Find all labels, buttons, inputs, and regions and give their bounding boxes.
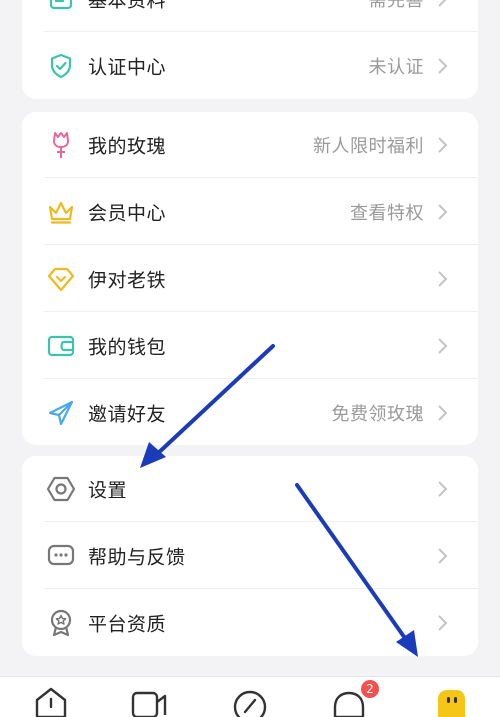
row-my-roses[interactable]: 我的玫瑰 新人限时福利	[22, 112, 478, 178]
paper-plane-icon	[46, 398, 76, 428]
row-basic-info[interactable]: 基本资料 需完善	[22, 0, 478, 32]
chat-bubble-dots-icon	[46, 541, 76, 571]
video-camera-icon[interactable]	[131, 685, 167, 717]
row-label: 平台资质	[88, 613, 167, 636]
divider	[44, 244, 478, 245]
row-value: 未认证	[368, 57, 424, 78]
chevron-right-icon	[438, 58, 448, 74]
row-label: 认证中心	[88, 56, 167, 79]
row-yidui-buddies[interactable]: 伊对老铁	[22, 246, 478, 312]
shield-check-icon	[46, 51, 76, 81]
rose-icon	[46, 130, 76, 160]
chevron-right-icon	[438, 271, 448, 287]
row-settings[interactable]: 设置	[22, 456, 478, 522]
divider	[44, 521, 478, 522]
row-platform-qualification[interactable]: 平台资质	[22, 590, 478, 656]
chevron-right-icon	[438, 137, 448, 153]
crown-icon	[46, 197, 76, 227]
row-invite-friends[interactable]: 邀请好友 免费领玫瑰	[22, 380, 478, 445]
message-count-badge: 2	[361, 680, 379, 698]
compass-icon[interactable]	[232, 685, 268, 717]
features-card: 我的玫瑰 新人限时福利 会员中心 查看特权 伊对老铁 我的钱包 邀请好友 免费领…	[22, 112, 478, 445]
row-label: 会员中心	[88, 202, 167, 225]
me-avatar-icon[interactable]	[432, 685, 468, 717]
row-label: 我的玫瑰	[88, 135, 167, 158]
home-icon[interactable]	[33, 685, 69, 717]
row-label: 我的钱包	[88, 336, 167, 359]
settings-hexagon-icon	[46, 474, 76, 504]
chevron-right-icon	[438, 204, 448, 220]
row-value: 免费领玫瑰	[331, 404, 424, 425]
row-my-wallet[interactable]: 我的钱包	[22, 313, 478, 379]
account-card: 基本资料 需完善 认证中心 未认证	[22, 0, 478, 99]
chevron-right-icon	[438, 548, 448, 564]
divider	[44, 378, 478, 379]
divider	[44, 177, 478, 178]
settings-card: 设置 帮助与反馈 平台资质	[22, 456, 478, 656]
divider	[44, 588, 478, 589]
chevron-right-icon	[438, 0, 447, 7]
row-help-feedback[interactable]: 帮助与反馈	[22, 523, 478, 589]
divider	[44, 311, 478, 312]
row-label: 邀请好友	[88, 403, 167, 426]
row-label: 伊对老铁	[88, 269, 167, 292]
row-value: 需完善	[368, 0, 424, 11]
row-label: 基本资料	[88, 0, 167, 12]
row-member-center[interactable]: 会员中心 查看特权	[22, 179, 478, 245]
profile-card-icon	[46, 0, 76, 14]
row-label: 设置	[88, 479, 128, 502]
row-verification-center[interactable]: 认证中心 未认证	[22, 33, 478, 99]
row-value: 新人限时福利	[313, 136, 424, 157]
bottom-tab-bar	[0, 676, 500, 717]
chevron-right-icon	[438, 481, 448, 497]
diamond-heart-icon	[46, 264, 76, 294]
divider	[44, 31, 478, 32]
wallet-icon	[46, 331, 76, 361]
chevron-right-icon	[438, 338, 448, 354]
chevron-right-icon	[438, 405, 448, 421]
chevron-right-icon	[438, 615, 448, 631]
row-label: 帮助与反馈	[88, 546, 186, 569]
row-value: 查看特权	[350, 203, 424, 224]
award-badge-icon	[46, 608, 76, 638]
